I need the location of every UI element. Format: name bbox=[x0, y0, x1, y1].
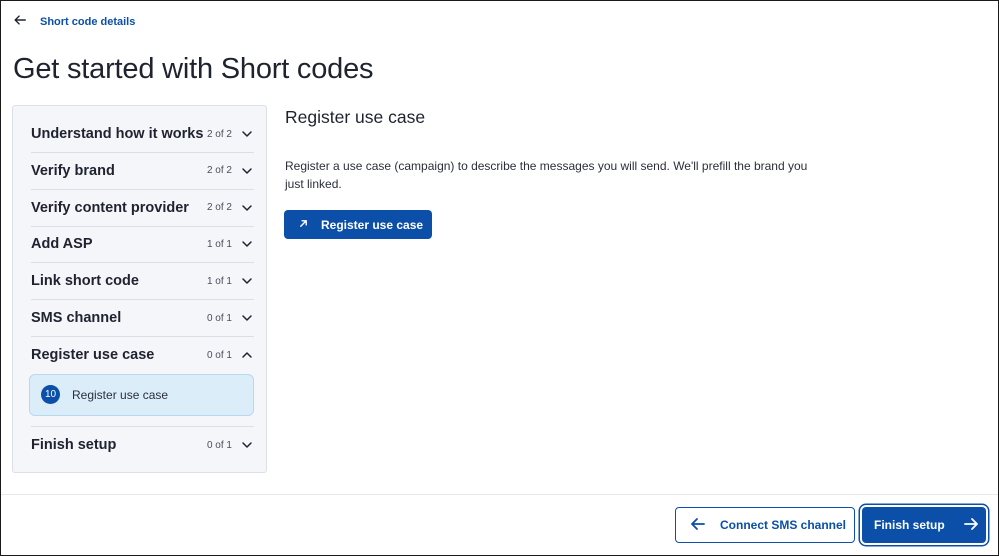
step-verify-content-provider[interactable]: Verify content provider 2 of 2 bbox=[31, 190, 254, 227]
connect-sms-channel-label: Connect SMS channel bbox=[720, 518, 847, 532]
step-label: Finish setup bbox=[31, 437, 117, 454]
step-label: Understand how it works bbox=[31, 126, 204, 142]
steps-panel: Understand how it works 2 of 2 Verify br… bbox=[12, 105, 267, 473]
chevron-down-icon bbox=[240, 164, 254, 178]
chevron-down-icon bbox=[240, 201, 254, 215]
step-count: 1 of 1 bbox=[206, 275, 232, 287]
step-count: 2 of 2 bbox=[206, 202, 232, 214]
step-count: 1 of 1 bbox=[206, 238, 232, 250]
arrow-left-icon bbox=[690, 516, 706, 535]
step-count: 2 of 2 bbox=[206, 165, 232, 177]
arrow-left-icon bbox=[13, 13, 27, 30]
footer: Connect SMS channel Finish setup bbox=[1, 494, 998, 556]
step-label: Verify content provider bbox=[31, 199, 189, 216]
substep-register-use-case[interactable]: 10 Register use case bbox=[29, 373, 254, 416]
step-label: Verify brand bbox=[31, 162, 115, 179]
step-label: Register use case bbox=[31, 347, 155, 364]
finish-setup-button[interactable]: Finish setup bbox=[862, 507, 986, 543]
chevron-up-icon bbox=[240, 348, 254, 362]
chevron-down-icon bbox=[240, 127, 254, 141]
step-count: 2 of 2 bbox=[206, 128, 232, 140]
connect-sms-channel-button[interactable]: Connect SMS channel bbox=[675, 507, 855, 543]
step-add-asp[interactable]: Add ASP 1 of 1 bbox=[31, 227, 254, 264]
step-count: 0 of 1 bbox=[206, 349, 232, 361]
page-title: Get started with Short codes bbox=[13, 53, 374, 85]
register-use-case-button[interactable]: Register use case bbox=[284, 210, 432, 239]
chevron-down-icon bbox=[240, 311, 254, 325]
step-understand[interactable]: Understand how it works 2 of 2 bbox=[31, 106, 254, 153]
step-count: 0 of 1 bbox=[206, 439, 232, 451]
step-sms-channel[interactable]: SMS channel 0 of 1 bbox=[31, 300, 254, 337]
chevron-down-icon bbox=[240, 237, 254, 251]
chevron-down-icon bbox=[240, 274, 254, 288]
chevron-down-icon bbox=[240, 438, 254, 452]
back-link-label: Short code details bbox=[40, 15, 136, 28]
step-finish-setup[interactable]: Finish setup 0 of 1 bbox=[31, 427, 254, 464]
content-description: Register a use case (campaign) to descri… bbox=[285, 159, 808, 191]
content-title: Register use case bbox=[285, 107, 426, 127]
step-count: 0 of 1 bbox=[206, 312, 232, 324]
external-link-icon bbox=[298, 218, 309, 232]
finish-setup-label: Finish setup bbox=[874, 518, 945, 532]
step-link-short-code[interactable]: Link short code 1 of 1 bbox=[31, 263, 254, 301]
arrow-right-icon bbox=[963, 516, 979, 535]
substep-list: 10 Register use case bbox=[29, 373, 254, 427]
step-verify-brand[interactable]: Verify brand 2 of 2 bbox=[31, 153, 254, 190]
back-link[interactable]: Short code details bbox=[13, 13, 135, 30]
substep-label: Register use case bbox=[72, 387, 169, 402]
step-label: SMS channel bbox=[31, 310, 122, 327]
register-use-case-button-label: Register use case bbox=[321, 217, 424, 232]
step-register-use-case[interactable]: Register use case 0 of 1 bbox=[31, 337, 254, 374]
step-number-badge: 10 bbox=[41, 385, 60, 405]
step-label: Link short code bbox=[31, 273, 139, 290]
step-label: Add ASP bbox=[31, 236, 93, 253]
